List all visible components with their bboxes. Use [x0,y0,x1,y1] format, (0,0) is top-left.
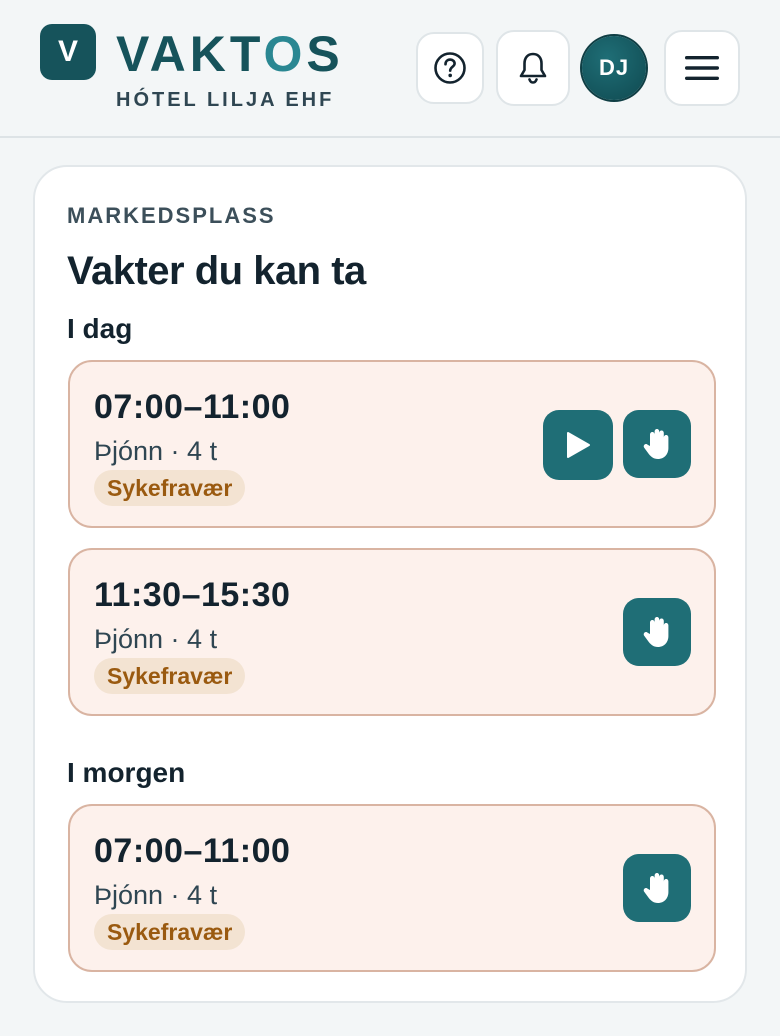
shift-reason-badge: Sykefravær [94,658,246,694]
shift-time: 07:00–11:00 [94,832,291,870]
logo-mark[interactable]: V [40,24,96,80]
organization-name: HÓTEL LILJA EHF [116,89,335,111]
bell-icon [519,52,547,84]
shift-reason-badge: Sykefravær [94,470,246,506]
logo-letter: V [57,35,78,68]
avatar-initials: DJ [598,55,630,80]
brand-o: O [263,26,307,82]
app-header: V VAKTOS HÓTEL LILJA EHF DJ [0,0,780,138]
view-shift-button[interactable] [543,410,613,480]
help-button[interactable] [416,32,484,104]
day-heading-today: I dag [67,313,133,344]
user-avatar[interactable]: DJ [582,36,646,100]
brand-prefix: VAKT [116,26,264,82]
take-shift-button[interactable] [623,598,691,666]
hand-icon [643,429,669,459]
take-shift-button[interactable] [623,854,691,922]
shift-card[interactable]: 11:30–15:30 Þjónn · 4 t Sykefravær [68,548,716,716]
menu-icon [685,56,719,80]
shift-role: Þjónn · 4 t [94,624,218,654]
section-title: Vakter du kan ta [67,249,366,293]
brand-name: VAKTOS [116,26,344,82]
menu-button[interactable] [664,30,740,106]
day-heading-tomorrow: I morgen [67,757,186,788]
section-kicker: MARKEDSPLASS [67,203,276,228]
shift-time: 11:30–15:30 [94,576,291,614]
shift-role: Þjónn · 4 t [94,436,218,466]
shift-card[interactable]: 07:00–11:00 Þjónn · 4 t Sykefravær [68,360,716,528]
hand-icon [643,873,669,903]
shift-time: 07:00–11:00 [94,388,291,426]
brand-suffix: S [306,26,344,82]
shift-card[interactable]: 07:00–11:00 Þjónn · 4 t Sykefravær [68,804,716,972]
play-icon [567,432,590,458]
notifications-button[interactable] [496,30,570,106]
help-icon [434,52,466,84]
shift-role: Þjónn · 4 t [94,880,218,910]
marketplace-card: MARKEDSPLASS Vakter du kan ta I dag 07:0… [33,165,747,1003]
take-shift-button[interactable] [623,410,691,478]
hand-icon [643,617,669,647]
shift-reason-badge: Sykefravær [94,914,246,950]
